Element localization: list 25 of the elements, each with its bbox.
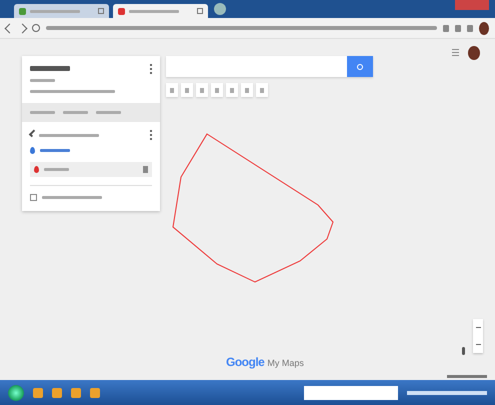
logo-text: Google [226, 355, 264, 369]
browser-tab[interactable] [14, 4, 109, 18]
checkbox[interactable] [30, 194, 37, 201]
feature-row[interactable] [30, 162, 152, 177]
text-line [30, 10, 80, 12]
text-line [30, 79, 55, 82]
system-tray[interactable] [407, 390, 487, 394]
text-line [42, 196, 102, 199]
search-button[interactable] [347, 56, 373, 77]
profile-avatar[interactable] [479, 22, 489, 34]
text-line [129, 10, 179, 12]
search-field[interactable] [304, 386, 398, 400]
profile-avatar[interactable] [468, 46, 480, 60]
text-line [44, 168, 69, 171]
product-name: My Maps [267, 358, 304, 368]
search-field[interactable] [166, 56, 347, 77]
browser-tab[interactable] [113, 4, 208, 18]
text-line [39, 134, 99, 137]
text-line [447, 375, 487, 378]
reload-icon[interactable] [32, 24, 40, 32]
checkbox[interactable] [28, 130, 37, 138]
map-canvas[interactable]: Google My Maps [0, 39, 495, 380]
new-tab-button[interactable] [214, 3, 226, 15]
zoom-control[interactable] [473, 319, 483, 353]
start-button[interactable] [8, 384, 24, 400]
